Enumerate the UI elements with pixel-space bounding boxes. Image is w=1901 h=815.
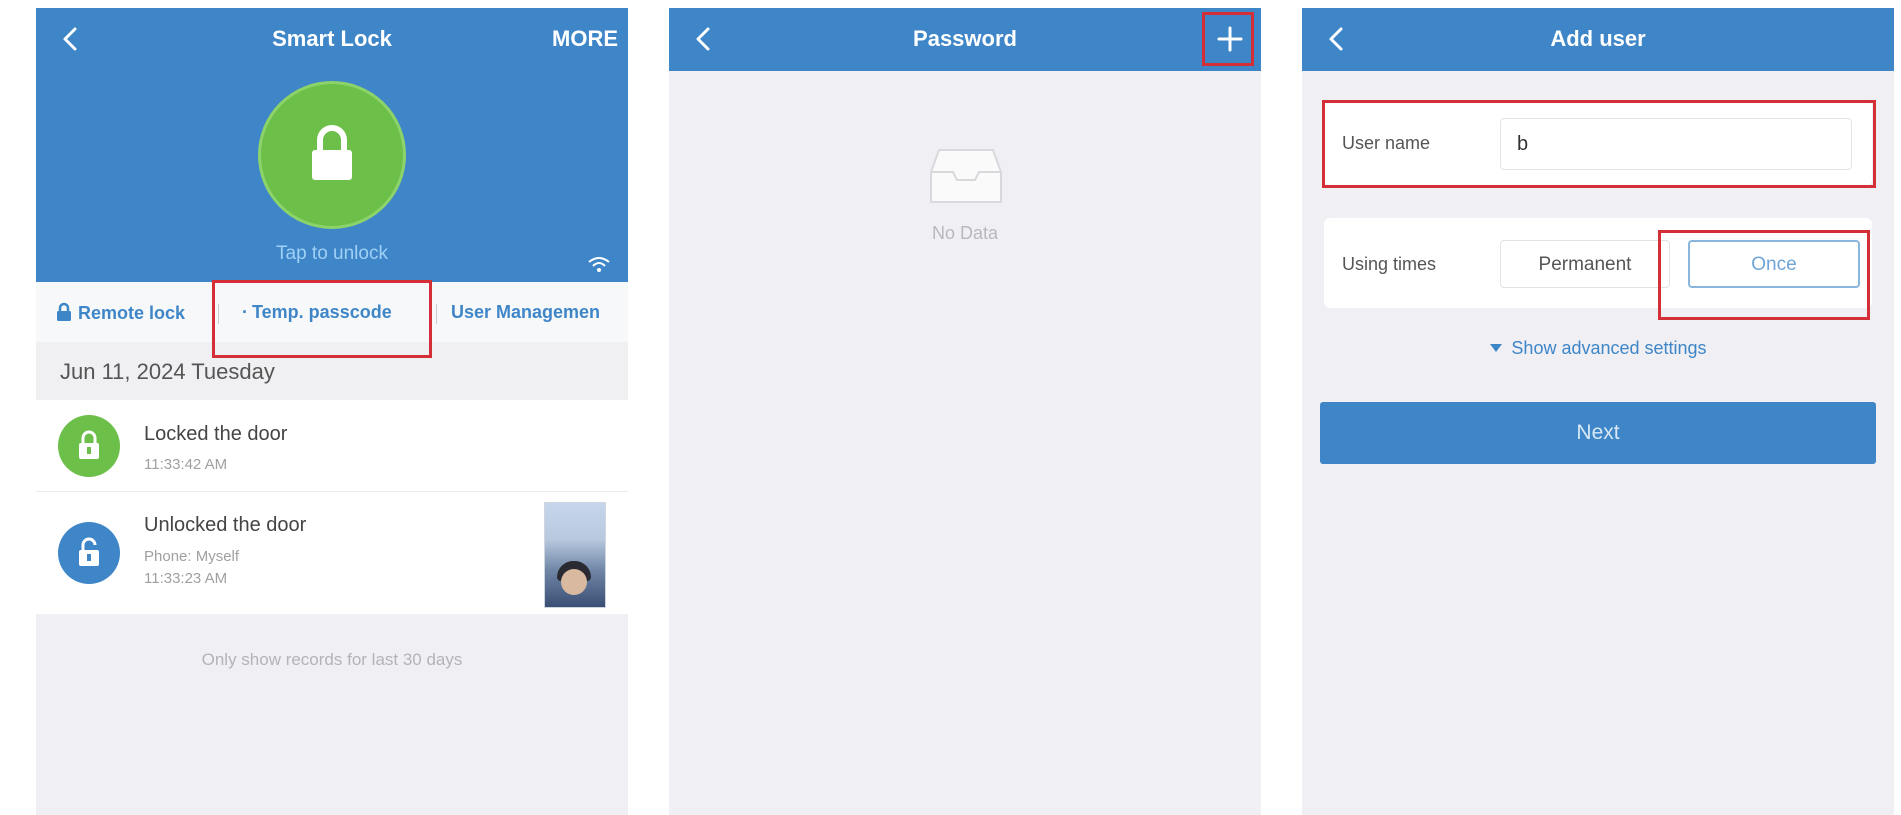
add-user-screen: Add user User name Using times Permanent… bbox=[1302, 8, 1894, 815]
records-footnote: Only show records for last 30 days bbox=[201, 650, 463, 669]
record-title: Locked the door bbox=[144, 423, 288, 445]
list-item[interactable]: Unlocked the door Phone: Myself 11:33:23… bbox=[36, 492, 628, 614]
add-button[interactable] bbox=[1213, 22, 1247, 56]
list-item[interactable]: Locked the door 11:33:42 AM bbox=[36, 400, 628, 492]
action-divider bbox=[436, 304, 437, 324]
smart-lock-navbar: Smart Lock MORE bbox=[36, 8, 628, 71]
temp-passcode-button[interactable]: · Temp. passcode bbox=[242, 302, 392, 323]
caret-down-icon bbox=[1490, 344, 1503, 352]
once-option[interactable]: Once bbox=[1688, 240, 1860, 288]
date-header: Jun 11, 2024 Tuesday bbox=[36, 342, 628, 400]
unlocked-status-icon bbox=[58, 522, 120, 584]
page-title: Smart Lock bbox=[272, 26, 392, 51]
empty-state-text: No Data bbox=[931, 223, 999, 243]
more-button[interactable]: MORE bbox=[552, 26, 618, 52]
remote-lock-button[interactable]: Remote lock bbox=[56, 302, 185, 324]
page-title: Password bbox=[913, 26, 1017, 51]
remote-lock-label: Remote lock bbox=[78, 303, 186, 323]
wifi-icon bbox=[588, 257, 610, 272]
action-bar: Remote lock · Temp. passcode User Managem… bbox=[36, 282, 628, 343]
locked-status-icon bbox=[58, 415, 120, 477]
username-input[interactable] bbox=[1500, 118, 1852, 170]
lock-hero: Tap to unlock bbox=[36, 71, 628, 282]
page-title: Add user bbox=[1550, 26, 1646, 51]
username-card: User name bbox=[1324, 100, 1872, 186]
unlock-button[interactable] bbox=[258, 81, 406, 229]
record-time: 11:33:42 AM bbox=[144, 456, 228, 473]
padlock-icon bbox=[57, 302, 71, 321]
empty-inbox-icon bbox=[930, 149, 1002, 203]
lock-icon bbox=[312, 125, 352, 180]
smart-lock-screen: Smart Lock MORE Tap to unlock Remote loc… bbox=[36, 8, 628, 815]
record-title: Unlocked the door bbox=[144, 514, 307, 536]
action-divider bbox=[218, 304, 219, 324]
thumbnail-face-shape bbox=[561, 569, 587, 595]
unlock-icon bbox=[79, 537, 99, 566]
dot-icon: · bbox=[242, 302, 248, 322]
temp-passcode-label: Temp. passcode bbox=[252, 302, 392, 322]
record-time: 11:33:23 AM bbox=[144, 570, 228, 587]
password-screen: Password No Data bbox=[669, 8, 1261, 815]
using-times-card: Using times Permanent Once bbox=[1324, 218, 1872, 308]
lock-icon bbox=[79, 430, 99, 459]
using-times-label: Using times bbox=[1342, 254, 1437, 274]
snapshot-thumbnail[interactable] bbox=[544, 502, 606, 608]
add-user-navbar: Add user bbox=[1302, 8, 1894, 71]
plus-icon bbox=[1217, 26, 1243, 52]
permanent-option[interactable]: Permanent bbox=[1500, 240, 1670, 288]
next-button[interactable]: Next bbox=[1320, 402, 1876, 464]
tap-to-unlock-text: Tap to unlock bbox=[276, 243, 388, 264]
show-advanced-settings-link[interactable]: Show advanced settings bbox=[1302, 338, 1894, 359]
user-management-label: User Managemen bbox=[451, 302, 601, 322]
password-navbar: Password bbox=[669, 8, 1261, 71]
date-text: Jun 11, 2024 Tuesday bbox=[60, 359, 275, 384]
user-management-button[interactable]: User Managemen bbox=[451, 302, 600, 323]
advanced-settings-label: Show advanced settings bbox=[1511, 338, 1707, 358]
record-source: Phone: Myself bbox=[144, 548, 240, 565]
username-label: User name bbox=[1342, 133, 1431, 153]
